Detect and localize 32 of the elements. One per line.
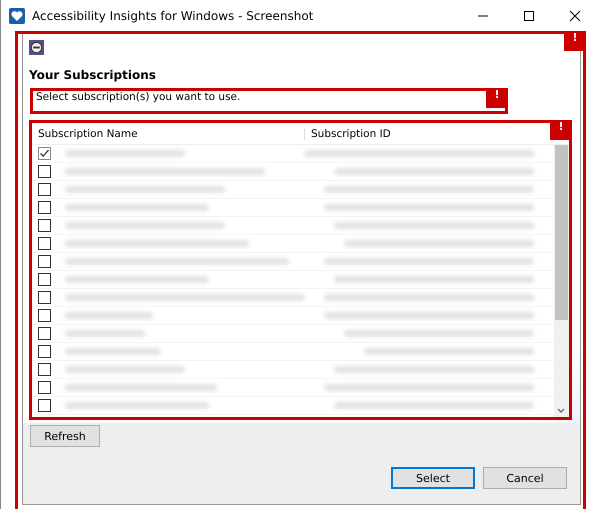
dialog-heading: Your Subscriptions [29,68,157,82]
window-title: Accessibility Insights for Windows - Screenshot [32,8,314,22]
checkbox[interactable] [38,309,51,322]
error-badge: ! [486,88,508,108]
chevron-down-icon[interactable] [557,408,565,414]
column-header[interactable]: Subscription Name [32,128,305,140]
checkbox[interactable] [38,201,51,214]
cancel-button[interactable]: Cancel [483,467,567,489]
checkbox[interactable] [38,381,51,394]
checkbox[interactable] [38,363,51,376]
error-badge: ! [550,120,572,140]
maximize-icon[interactable] [523,10,535,22]
checkbox[interactable] [38,219,51,232]
column-header[interactable]: Subscription ID [305,128,391,140]
app-heart-icon [9,8,25,24]
scrollbar-thumb[interactable] [555,145,568,320]
refresh-button[interactable]: Refresh [30,425,100,447]
error-badge: ! [564,31,586,51]
checkbox[interactable] [38,255,51,268]
checkbox[interactable] [38,399,51,412]
scrollbar[interactable] [554,145,569,417]
checkbox[interactable] [38,345,51,358]
checkbox[interactable] [38,165,51,178]
checkbox[interactable] [38,183,51,196]
checkbox[interactable] [38,147,51,160]
checkbox[interactable] [38,273,51,286]
checkbox[interactable] [38,327,51,340]
checkbox[interactable] [38,291,51,304]
checkbox[interactable] [38,237,51,250]
select-button[interactable]: Select [391,467,475,489]
close-icon[interactable] [569,10,581,22]
description-text: Select subscription(s) you want to use. [36,91,240,103]
